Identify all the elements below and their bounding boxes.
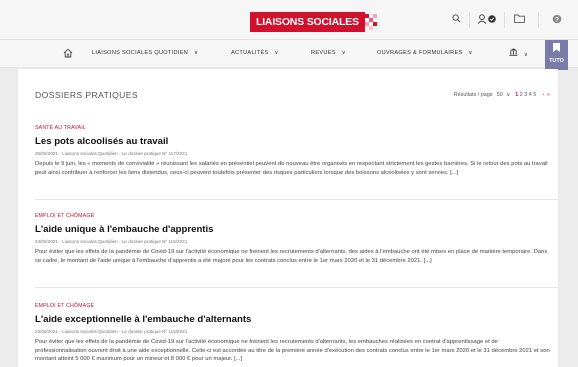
divider [35,199,558,200]
nav-label: LIAISONS SOCIALES QUOTIDIEN [92,50,189,56]
bookmark-icon [553,43,560,52]
svg-text:?: ? [555,16,559,23]
page-link[interactable]: 5 [533,92,536,98]
results-per-page-label: Résultats / page [453,92,493,98]
list-item: EMPLOI ET CHÔMAGE L'aide exceptionnelle … [35,303,550,364]
nav-ouvrages-formulaires[interactable]: OUVRAGES & FORMULAIRES ∨ [377,50,473,56]
page-link-current[interactable]: 1 [515,92,518,98]
page-link[interactable]: 3 [524,92,527,98]
article-excerpt: Pour éviter que les effets de la pandémi… [35,249,548,264]
article-category[interactable]: EMPLOI ET CHÔMAGE [35,303,550,309]
home-icon[interactable] [63,48,73,58]
logo-text: LIAISONS SOCIALES [250,12,365,32]
list-item: SANTÉ AU TRAVAIL Les pots alcoolisés au … [35,125,550,177]
article-category[interactable]: EMPLOI ET CHÔMAGE [35,213,550,219]
search-icon[interactable] [452,14,461,23]
institution-icon [509,48,518,56]
chevron-down-icon: ∨ [468,50,473,56]
article-title[interactable]: L'aide unique à l'embauche d'apprentis [35,224,550,235]
nav-revues[interactable]: REVUES ∨ [311,50,346,56]
article-meta: 25/06/2021 - Liaisons sociales Quotidien… [35,151,188,156]
chevron-down-icon: ∨ [274,50,279,56]
chevron-down-icon: ∨ [523,52,529,58]
page-title: DOSSIERS PRATIQUES [35,90,139,100]
page-link[interactable]: 4 [529,92,532,98]
nav-label: ACTUALITÉS [231,50,269,56]
help-icon[interactable]: ? [552,14,562,24]
nav-liaisons-sociales-quotidien[interactable]: LIAISONS SOCIALES QUOTIDIEN ∨ [92,50,198,56]
article-excerpt: Depuis le 9 juin, les « moments de convi… [35,161,548,176]
tuto-label: TUTO [549,58,564,64]
chevron-down-icon: ∨ [193,50,199,56]
folder-icon[interactable] [514,14,525,23]
logo-mosaic-icon [364,12,379,32]
article-title[interactable]: Les pots alcoolisés au travail [35,136,550,147]
toolbar-divider [469,12,470,28]
nav-label: OUVRAGES & FORMULAIRES [377,50,463,56]
next-page-icon[interactable]: › [542,92,544,98]
article-category[interactable]: SANTÉ AU TRAVAIL [35,125,550,131]
user-status-icon[interactable] [477,14,497,24]
results-per-page-value: 50 [496,92,503,98]
nav-actualites[interactable]: ACTUALITÉS ∨ [231,50,279,56]
toolbar-divider [538,12,539,28]
page-link[interactable]: 2 [520,92,523,98]
pagination: Résultats / page 50 ∨ 1 2 3 4 5 › » [454,92,550,98]
nav-label: REVUES [311,50,336,56]
article-excerpt: Pour éviter que les effets de la pandémi… [35,339,550,362]
toolbar-divider [504,12,505,28]
content-panel: DOSSIERS PRATIQUES Résultats / page 50 ∨… [18,69,558,367]
results-per-page-select[interactable]: 50 ∨ [497,92,510,98]
article-meta: 24/06/2021 - Liaisons sociales Quotidien… [35,239,188,244]
top-bar: LIAISONS SOCIALES ? [0,0,578,40]
last-page-icon[interactable]: » [547,92,550,98]
main-navigation: LIAISONS SOCIALES QUOTIDIEN ∨ ACTUALITÉS… [0,40,578,68]
article-title[interactable]: L'aide exceptionnelle à l'embauche d'alt… [35,314,550,325]
nav-institution-menu[interactable]: ∨ [509,48,528,58]
chevron-down-icon: ∨ [506,92,511,98]
article-meta: 23/06/2021 - Liaisons sociales Quotidien… [35,329,188,334]
list-item: EMPLOI ET CHÔMAGE L'aide unique à l'emba… [35,213,550,265]
divider [35,287,558,288]
chevron-down-icon: ∨ [341,50,347,56]
site-logo[interactable]: LIAISONS SOCIALES [250,12,379,32]
tuto-tab[interactable]: TUTO [545,40,568,70]
